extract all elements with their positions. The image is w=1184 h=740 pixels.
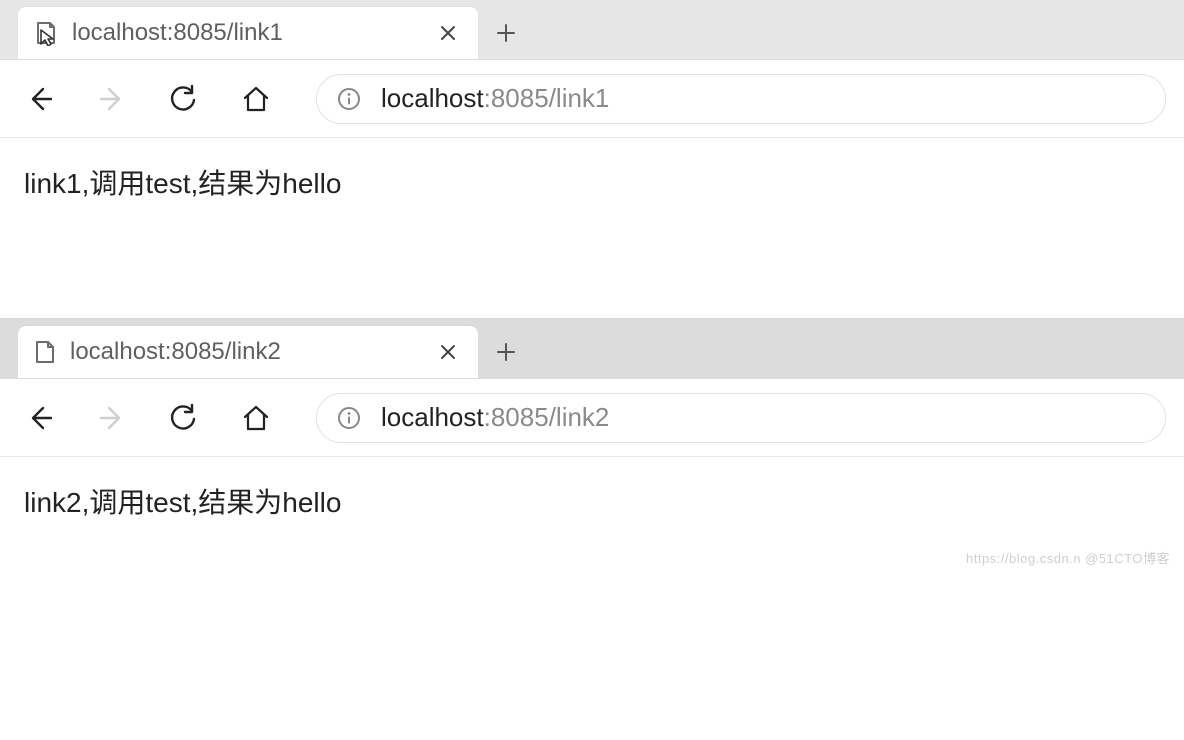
tab-title: localhost:8085/link2 (70, 338, 420, 366)
browser-tab[interactable]: localhost:8085/link2 (18, 326, 478, 378)
page-cursor-icon (34, 20, 58, 46)
home-icon (241, 403, 271, 433)
arrow-right-icon (97, 403, 127, 433)
page-content: link2,调用test,结果为hello https://blog.csdn.… (0, 457, 1184, 577)
url-rest: :8085/link2 (484, 402, 610, 432)
tabs-bar: localhost:8085/link1 (0, 0, 1184, 60)
new-tab-button[interactable] (478, 7, 534, 59)
page-body-text: link1,调用test,结果为hello (24, 168, 341, 199)
address-bar[interactable]: localhost:8085/link2 (316, 393, 1166, 443)
browser-tab[interactable]: localhost:8085/link1 (18, 7, 478, 59)
close-tab-button[interactable] (434, 19, 462, 47)
navigation-bar: localhost:8085/link1 (0, 60, 1184, 138)
site-info-button[interactable] (337, 87, 361, 111)
address-bar[interactable]: localhost:8085/link1 (316, 74, 1166, 124)
home-button[interactable] (234, 77, 278, 121)
arrow-right-icon (97, 84, 127, 114)
page-body-text: link2,调用test,结果为hello (24, 487, 341, 518)
url-text: localhost:8085/link1 (381, 83, 609, 114)
page-content: link1,调用test,结果为hello (0, 138, 1184, 258)
navigation-bar: localhost:8085/link2 (0, 379, 1184, 457)
refresh-icon (169, 403, 199, 433)
info-icon (337, 87, 361, 111)
watermark-text: https://blog.csdn.n @51CTO博客 (966, 548, 1170, 567)
info-icon (337, 406, 361, 430)
browser-window-2: localhost:8085/link2 (0, 318, 1184, 577)
back-button[interactable] (18, 77, 62, 121)
plus-icon (495, 22, 517, 44)
refresh-button[interactable] (162, 396, 206, 440)
forward-button[interactable] (90, 396, 134, 440)
url-host: localhost (381, 402, 484, 432)
back-button[interactable] (18, 396, 62, 440)
home-button[interactable] (234, 396, 278, 440)
new-tab-button[interactable] (478, 326, 534, 378)
plus-icon (495, 341, 517, 363)
url-host: localhost (381, 83, 484, 113)
refresh-button[interactable] (162, 77, 206, 121)
spacer (0, 258, 1184, 318)
page-icon (34, 339, 56, 365)
close-icon (439, 343, 457, 361)
arrow-left-icon (25, 84, 55, 114)
tabs-bar: localhost:8085/link2 (0, 319, 1184, 379)
arrow-left-icon (25, 403, 55, 433)
site-info-button[interactable] (337, 406, 361, 430)
close-tab-button[interactable] (434, 338, 462, 366)
browser-window-1: localhost:8085/link1 (0, 0, 1184, 258)
refresh-icon (169, 84, 199, 114)
close-icon (439, 24, 457, 42)
home-icon (241, 84, 271, 114)
tab-title: localhost:8085/link1 (72, 19, 420, 47)
forward-button[interactable] (90, 77, 134, 121)
url-text: localhost:8085/link2 (381, 402, 609, 433)
url-rest: :8085/link1 (484, 83, 610, 113)
